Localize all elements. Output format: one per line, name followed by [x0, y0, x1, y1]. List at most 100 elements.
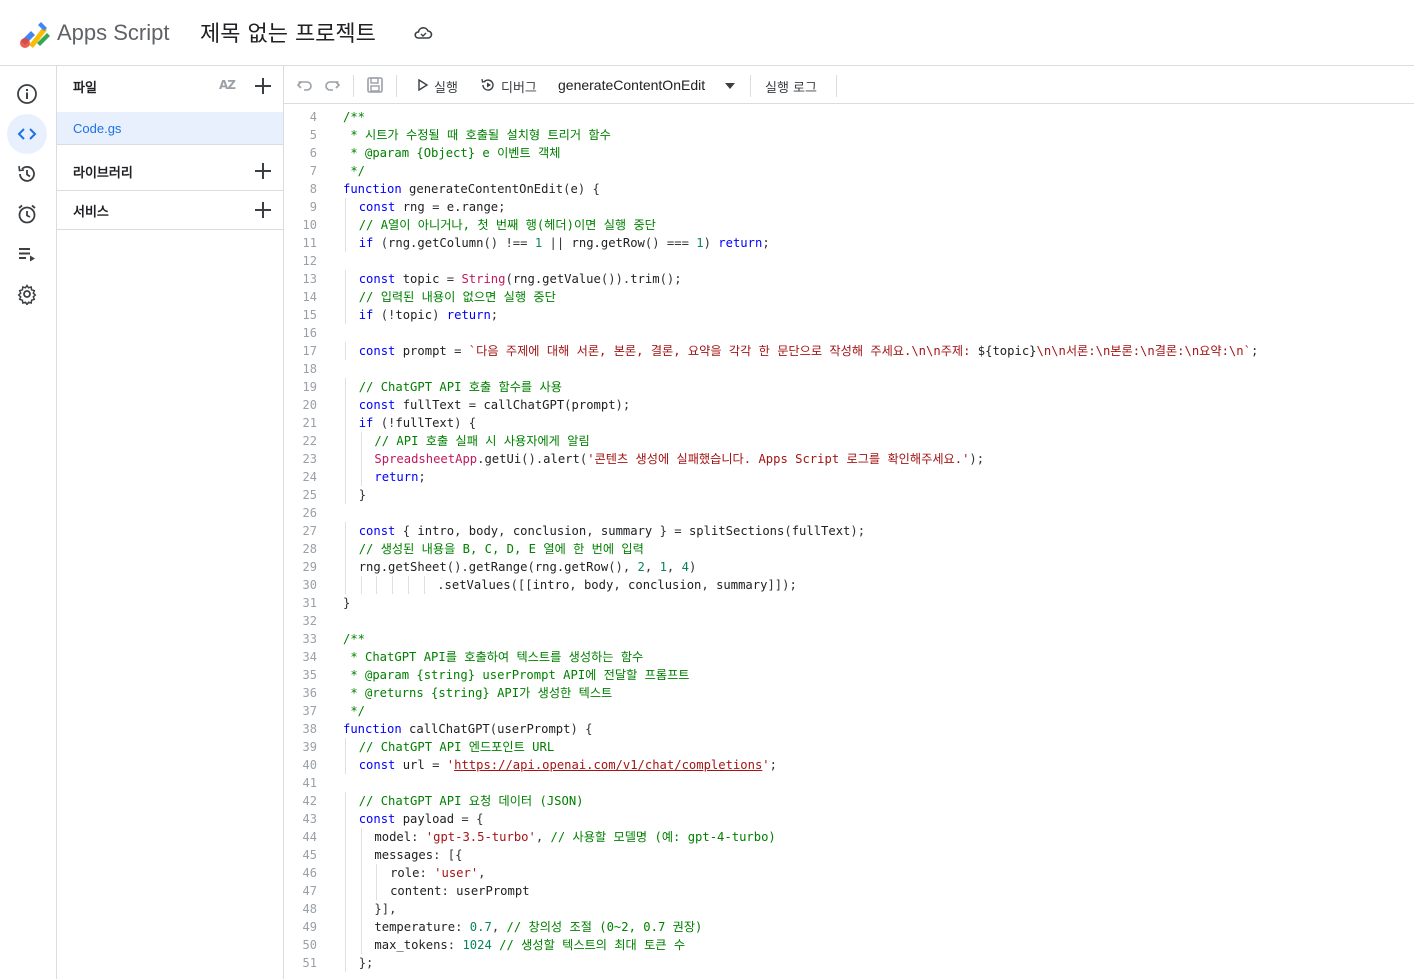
code-token: (); [659, 272, 682, 286]
code-line[interactable]: 12 [284, 252, 1414, 270]
code-line[interactable]: 47 content: userPrompt [284, 882, 1414, 900]
add-file-icon[interactable] [253, 76, 273, 96]
code-line[interactable]: 24 return; [284, 468, 1414, 486]
code-line[interactable]: 42 // ChatGPT API 요청 데이터 (JSON) [284, 792, 1414, 810]
rail-executions-button[interactable] [7, 234, 47, 274]
code-line[interactable]: 45 messages: [{ [284, 846, 1414, 864]
code-editor[interactable]: 4/** 5 * 시트가 수정될 때 호출될 설치형 트리거 함수 6 * @par… [284, 105, 1414, 979]
indent-guide [345, 846, 346, 864]
code-token: (). [521, 452, 544, 466]
undo-icon[interactable] [295, 75, 315, 95]
code-line[interactable]: 34 * ChatGPT API를 호출하여 텍스트를 생성하는 함수 [284, 648, 1414, 666]
code-line[interactable]: 46 role: 'user', [284, 864, 1414, 882]
code-line[interactable]: 50 max_tokens: 1024 // 생성할 텍스트의 최대 토큰 수 [284, 936, 1414, 954]
debug-button[interactable]: 디버그 [480, 66, 542, 104]
code-line[interactable]: 33 /** [284, 630, 1414, 648]
code-line[interactable]: 38 function callChatGPT(userPrompt) { [284, 720, 1414, 738]
code-line[interactable]: 16 [284, 324, 1414, 342]
code-token: fullText [791, 524, 851, 538]
code-line[interactable]: 4 /** [284, 108, 1414, 126]
code-token: // ChatGPT API 엔드포인트 URL [358, 740, 555, 754]
code-token: ) { [577, 182, 600, 196]
execution-log-button[interactable]: 실행 로그 [765, 77, 817, 96]
code-line[interactable]: 39 // ChatGPT API 엔드포인트 URL [284, 738, 1414, 756]
code-line[interactable]: 20 const fullText = callChatGPT(prompt); [284, 396, 1414, 414]
code-token: return [446, 308, 491, 322]
code-token: e.range [446, 200, 499, 214]
code-token: * 시트가 수정될 때 호출될 설치형 트리거 함수 [343, 128, 611, 142]
code-token: 1024 [462, 938, 492, 952]
code-line[interactable]: 15 if (!topic) return; [284, 306, 1414, 324]
indent-guide [345, 936, 346, 954]
code-line[interactable]: 17 const prompt = `다음 주제에 대해 서론, 본론, 결론, … [284, 342, 1414, 360]
code-line[interactable]: 40 const url = 'https://api.openai.com/v1… [284, 756, 1414, 774]
rail-settings-button[interactable] [7, 274, 47, 314]
code-line[interactable]: 14 // 입력된 내용이 없으면 실행 중단 [284, 288, 1414, 306]
code-line[interactable]: 19 // ChatGPT API 호출 함수를 사용 [284, 378, 1414, 396]
code-line[interactable]: 30 .setValues([[intro, body, conclusion, … [284, 576, 1414, 594]
apps-script-logo-icon[interactable] [17, 19, 51, 49]
code-line[interactable]: 32 [284, 612, 1414, 630]
app-name[interactable]: Apps Script [57, 20, 170, 46]
code-line[interactable]: 9 const rng = e.range; [284, 198, 1414, 216]
add-library-icon[interactable] [253, 161, 273, 181]
toolbar-divider [836, 75, 837, 97]
code-token: 0.7 [469, 920, 492, 934]
code-line[interactable]: 18 [284, 360, 1414, 378]
code-line[interactable]: 23 SpreadsheetApp.getUi().alert('콘텐츠 생성에 … [284, 450, 1414, 468]
code-text: // ChatGPT API 호출 함수를 사용 [359, 378, 562, 396]
code-line[interactable]: 6 * @param {Object} e 이벤트 객체 [284, 144, 1414, 162]
code-token: // 창의성 조절 (0~2, 0.7 권장) [506, 920, 703, 934]
code-line[interactable]: 28 // 생성된 내용을 B, C, D, E 열에 한 번에 입력 [284, 540, 1414, 558]
code-line[interactable]: 11 if (rng.getColumn() !== 1 || rng.getRo… [284, 234, 1414, 252]
code-line[interactable]: 22 // API 호출 실패 시 사용자에게 알림 [284, 432, 1414, 450]
code-token: */ [343, 704, 366, 718]
code-token: // ChatGPT API 호출 함수를 사용 [358, 380, 562, 394]
project-title[interactable]: 제목 없는 프로젝트 [200, 16, 376, 48]
code-token: ' [446, 758, 455, 772]
rail-editor-button[interactable] [7, 114, 47, 154]
run-button[interactable]: 실행 [417, 66, 465, 104]
file-item-code-gs[interactable]: Code.gs [57, 112, 283, 145]
code-line[interactable]: 26 [284, 504, 1414, 522]
code-line[interactable]: 31} [284, 594, 1414, 612]
code-token: ; [418, 470, 426, 484]
code-line[interactable]: 5 * 시트가 수정될 때 호출될 설치형 트리거 함수 [284, 126, 1414, 144]
code-token: return [718, 236, 763, 250]
code-line[interactable]: 29 rng.getSheet().getRange(rng.getRow(), … [284, 558, 1414, 576]
code-line[interactable]: 49 temperature: 0.7, // 창의성 조절 (0~2, 0.7 … [284, 918, 1414, 936]
code-line[interactable]: 37 */ [284, 702, 1414, 720]
add-service-icon[interactable] [253, 200, 273, 220]
code-line[interactable]: 51}; [284, 954, 1414, 972]
rail-triggers-button[interactable] [7, 194, 47, 234]
code-token: ( [564, 398, 572, 412]
code-line[interactable]: 7 */ [284, 162, 1414, 180]
code-line[interactable]: 48}], [284, 900, 1414, 918]
code-token: topic [402, 272, 447, 286]
code-token: (! [380, 308, 396, 322]
rail-overview-button[interactable] [7, 74, 47, 114]
indent-guide [345, 576, 346, 594]
code-line[interactable]: 36 * @returns {string} API가 생성한 텍스트 [284, 684, 1414, 702]
code-line[interactable]: 43 const payload = { [284, 810, 1414, 828]
code-token: function [343, 182, 410, 196]
code-line[interactable]: 13 const topic = String(rng.getValue()).t… [284, 270, 1414, 288]
line-number: 22 [302, 434, 317, 448]
code-line[interactable]: 44 model: 'gpt-3.5-turbo', // 사용할 모델명 (예:… [284, 828, 1414, 846]
code-token[interactable]: https://api.openai.com/v1/chat/completio… [454, 758, 762, 772]
code-line[interactable]: 10 // A열이 아니거나, 첫 번째 행(헤더)이면 실행 중단 [284, 216, 1414, 234]
code-text: SpreadsheetApp.getUi().alert('콘텐츠 생성에 실패… [374, 450, 984, 468]
code-line[interactable]: 21 if (!fullText) { [284, 414, 1414, 432]
code-line[interactable]: 8 function generateContentOnEdit(e) { [284, 180, 1414, 198]
indent-guide [345, 396, 346, 414]
rail-history-button[interactable] [7, 154, 47, 194]
redo-icon[interactable] [322, 75, 342, 95]
function-select[interactable]: generateContentOnEdit [558, 66, 738, 104]
save-icon[interactable] [365, 75, 385, 95]
sort-az-button[interactable]: AZ [219, 78, 236, 92]
code-token: 4 [681, 560, 689, 574]
code-line[interactable]: 27 const { intro, body, conclusion, summa… [284, 522, 1414, 540]
code-line[interactable]: 35 * @param {string} userPrompt API에 전달할… [284, 666, 1414, 684]
code-line[interactable]: 41 [284, 774, 1414, 792]
code-line[interactable]: 25} [284, 486, 1414, 504]
